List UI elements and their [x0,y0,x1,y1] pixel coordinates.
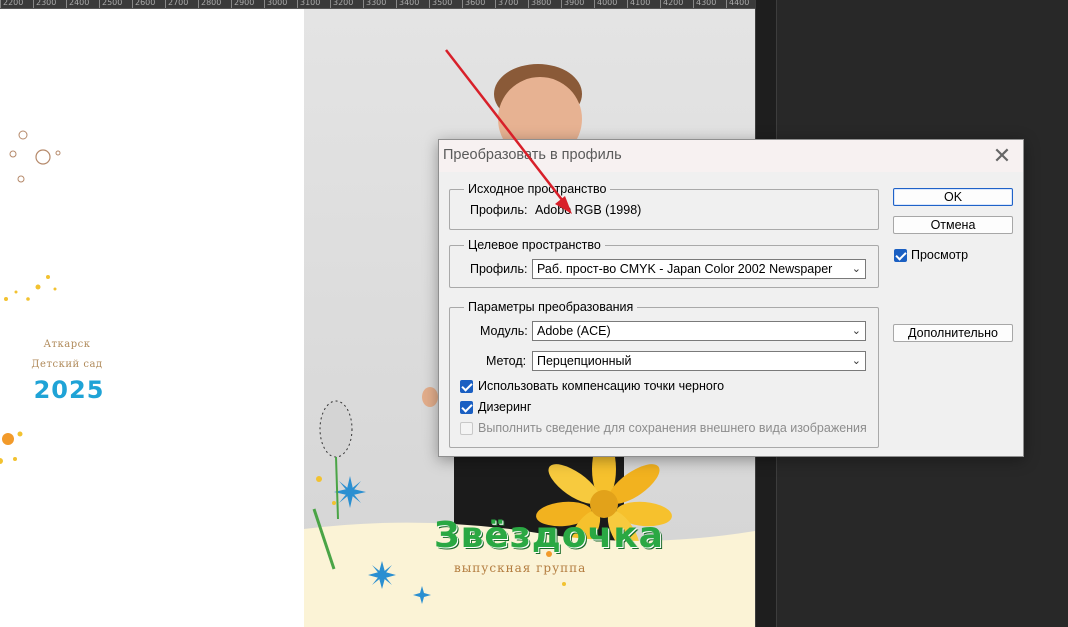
ruler-tick [330,0,331,8]
dither-label[interactable]: Дизеринг [478,400,531,414]
ruler-label: 3100 [300,0,321,7]
source-space-legend: Исходное пространство [468,182,607,196]
ruler-tick [429,0,430,8]
ruler-label: 3200 [333,0,354,7]
intent-select[interactable]: Перцепционный ⌄ [532,351,866,371]
preview-label[interactable]: Просмотр [911,248,968,262]
dialog-titlebar[interactable]: Преобразовать в профиль ✕ [439,140,1023,172]
ruler-tick [528,0,529,8]
decorative-dots [0,130,61,464]
ruler-label: 3000 [267,0,288,7]
ruler-tick [495,0,496,8]
black-point-checkbox[interactable] [460,380,473,393]
ruler-label: 4000 [597,0,618,7]
ruler-label: 2800 [201,0,222,7]
engine-select[interactable]: Adobe (ACE) ⌄ [532,321,866,341]
cancel-button[interactable]: Отмена [893,216,1013,234]
ruler-tick [99,0,100,8]
ruler-label: 2200 [3,0,24,7]
intent-label: Метод: [486,354,527,368]
ruler-label: 2900 [234,0,255,7]
intent-value: Перцепционный [537,354,632,368]
ruler-tick [264,0,265,8]
flatten-checkbox [460,422,473,435]
ruler-tick [561,0,562,8]
ruler-label: 4400 [729,0,750,7]
advanced-button[interactable]: Дополнительно [893,324,1013,342]
ruler-label: 2300 [36,0,57,7]
ruler-label: 3900 [564,0,585,7]
ruler-label: 2500 [102,0,123,7]
ruler-tick [231,0,232,8]
ruler-tick [594,0,595,8]
convert-to-profile-dialog: Преобразовать в профиль ✕ Исходное прост… [438,139,1024,457]
target-profile-select[interactable]: Раб. прост-во CMYK - Japan Color 2002 Ne… [532,259,866,279]
ruler-tick [198,0,199,8]
logo-title: Звёздочка [434,515,664,556]
black-point-label[interactable]: Использовать компенсацию точки черного [478,379,724,393]
ruler-tick [693,0,694,8]
ruler-tick [396,0,397,8]
ruler-label: 3300 [366,0,387,7]
target-space-legend: Целевое пространство [468,238,601,252]
ok-button[interactable]: OK [893,188,1013,206]
conversion-options-legend: Параметры преобразования [468,300,634,314]
preview-checkbox[interactable] [894,249,907,262]
ruler-label: 4300 [696,0,717,7]
chevron-down-icon: ⌄ [851,263,861,275]
ruler-tick [660,0,661,8]
engine-value: Adobe (ACE) [537,324,611,338]
ruler-label: 3800 [531,0,552,7]
ruler-label: 2600 [135,0,156,7]
engine-label: Модуль: [480,324,528,338]
source-profile-value: Adobe RGB (1998) [535,203,642,217]
ruler-label: 4100 [630,0,651,7]
ruler-tick [0,0,1,8]
target-profile-value: Раб. прост-во CMYK - Japan Color 2002 Ne… [537,262,833,276]
ruler-label: 3700 [498,0,519,7]
ruler-label: 3400 [399,0,420,7]
horizontal-ruler[interactable]: 2200 2300 2400 2500 2600 2700 2800 2900 3000 3100… [0,0,755,9]
ruler-tick [462,0,463,8]
ruler-tick [726,0,727,8]
ruler-tick [627,0,628,8]
city-label: Аткарск [43,339,91,350]
canvas-left-page: Аткарск Детский сад 2025 [0,9,304,627]
ruler-label: 3600 [465,0,486,7]
chevron-down-icon: ⌄ [851,355,861,367]
flatten-label: Выполнить сведение для сохранения внешне… [478,421,867,435]
ruler-tick [165,0,166,8]
source-profile-label: Профиль: [470,203,528,217]
ruler-label: 2400 [69,0,90,7]
ruler-label: 4200 [663,0,684,7]
ruler-tick [297,0,298,8]
dither-checkbox[interactable] [460,401,473,414]
ruler-tick [66,0,67,8]
year-label: 2025 [33,376,105,404]
kindergarten-label: Детский сад [31,359,103,370]
ruler-tick [33,0,34,8]
dialog-title: Преобразовать в профиль [443,147,622,163]
target-profile-label: Профиль: [470,262,528,276]
chevron-down-icon: ⌄ [851,325,861,337]
ruler-tick [363,0,364,8]
ruler-label: 2700 [168,0,189,7]
close-icon[interactable]: ✕ [991,145,1013,167]
logo-subtitle: выпускная группа [454,561,587,575]
ruler-tick [132,0,133,8]
ruler-label: 3500 [432,0,453,7]
